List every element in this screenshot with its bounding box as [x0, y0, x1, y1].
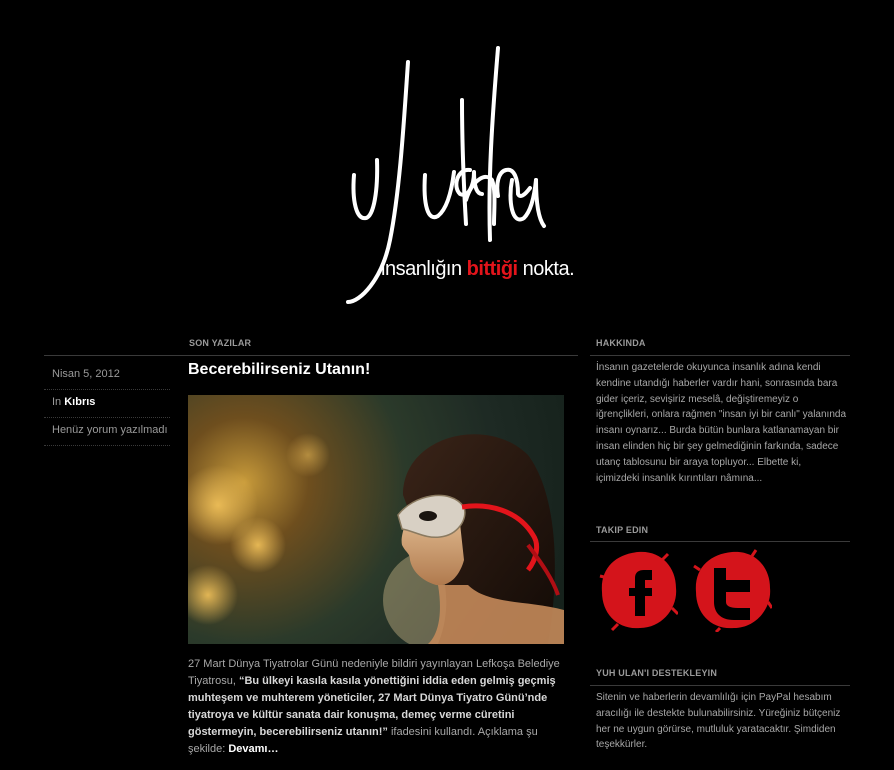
category-prefix: In [52, 396, 65, 408]
tagline-highlight: bittiği [466, 258, 518, 280]
facebook-icon [599, 551, 680, 632]
content-divider [44, 355, 578, 356]
recent-posts-heading: SON YAZILAR [189, 338, 252, 348]
about-text: İnsanın gazetelerde okuyunca insanlık ad… [596, 362, 846, 484]
masked-girl-photo [188, 433, 564, 644]
support-divider [590, 685, 850, 686]
tagline-text-end: nokta. [517, 258, 575, 280]
twitter-icon [693, 549, 774, 634]
post-image[interactable] [188, 395, 564, 644]
logo-script-ulan [454, 167, 532, 198]
site-tagline: insanlığın bittiği nokta. [381, 258, 575, 281]
follow-heading: TAKIP EDIN [596, 525, 649, 535]
post-comments-link[interactable]: Henüz yorum yazılmadı [44, 418, 170, 446]
read-more-link[interactable]: Devamı… [228, 743, 278, 755]
tagline-text: insanlığın [381, 258, 467, 280]
post-date: Nisan 5, 2012 [44, 362, 170, 390]
site-logo[interactable]: insanlığın bittiği nokta. [0, 0, 894, 320]
post-meta: Nisan 5, 2012 In Kıbrıs Henüz yorum yazı… [44, 362, 170, 446]
category-link[interactable]: Kıbrıs [64, 396, 95, 408]
about-heading: HAKKINDA [596, 338, 646, 348]
support-text: Sitenin ve haberlerin devamlılığı için P… [596, 692, 841, 751]
facebook-link[interactable] [598, 548, 680, 632]
follow-divider [590, 541, 850, 542]
post-title[interactable]: Becerebilirseniz Utanın! [188, 361, 370, 379]
post-category: In Kıbrıs [44, 390, 170, 418]
support-heading: YUH ULAN'I DESTEKLEYIN [596, 668, 718, 678]
twitter-link[interactable] [692, 548, 774, 634]
post-excerpt: 27 Mart Dünya Tiyatrolar Günü nedeniyle … [188, 656, 572, 758]
about-divider [590, 355, 850, 356]
